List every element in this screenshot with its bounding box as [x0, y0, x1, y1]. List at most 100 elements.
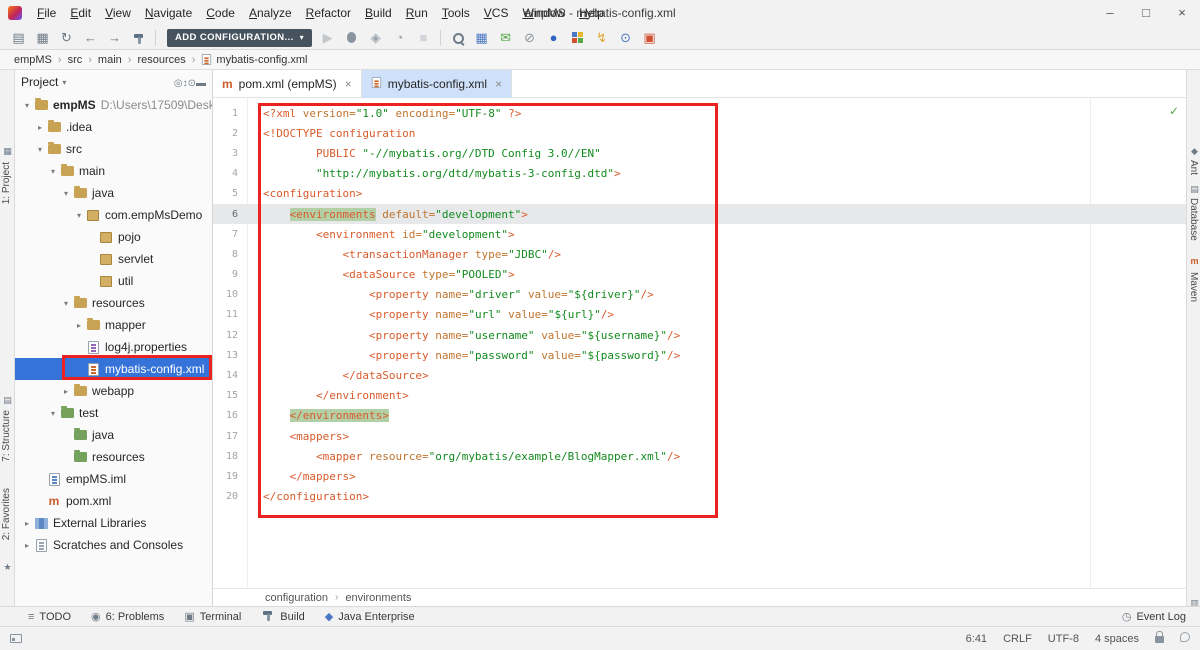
tree-item-scratches-and-consoles[interactable]: ▸Scratches and Consoles	[15, 534, 212, 556]
chevron-icon[interactable]: ▾	[47, 409, 59, 418]
chevron-icon[interactable]: ▸	[21, 519, 33, 528]
editor-breadcrumb-configuration[interactable]: configuration	[265, 592, 328, 604]
chevron-icon[interactable]: ▾	[60, 189, 72, 198]
menu-file[interactable]: File	[30, 6, 63, 20]
tree-item-resources[interactable]: ▾resources	[15, 292, 212, 314]
tool-stripe-1-project[interactable]: 1: Project	[1, 162, 12, 204]
minimize-button[interactable]: –	[1092, 0, 1128, 26]
back-icon[interactable]: ←	[80, 28, 101, 48]
code-editor[interactable]: 1<?xml version="1.0" encoding="UTF-8" ?>…	[213, 98, 1186, 588]
tree-item-log4j-properties[interactable]: log4j.properties	[15, 336, 212, 358]
database-stripe-icon[interactable]: ▤	[1188, 184, 1200, 195]
maven-stripe-icon[interactable]: m	[1188, 256, 1200, 266]
profiler-icon[interactable]: ◔	[389, 28, 410, 48]
chevron-icon[interactable]: ▾	[21, 101, 33, 110]
menu-run[interactable]: Run	[399, 6, 435, 20]
open-icon[interactable]: ▤	[8, 28, 29, 48]
services-icon[interactable]: ⊙	[615, 28, 636, 48]
close-tab-icon[interactable]: ×	[495, 77, 502, 91]
save-all-icon[interactable]: ▦	[32, 28, 53, 48]
hide-panel-icon[interactable]: ▬	[196, 78, 206, 89]
tree-item-pom-xml[interactable]: mpom.xml	[15, 490, 212, 512]
breadcrumb-item-src[interactable]: src	[68, 54, 83, 66]
code-line-10[interactable]: 10 <property name="driver" value="${driv…	[213, 285, 1186, 305]
breadcrumb-item-main[interactable]: main	[98, 54, 122, 66]
chevron-icon[interactable]: ▾	[73, 211, 85, 220]
favorites-star-icon[interactable]: ★	[1, 562, 14, 573]
tool-stripe-2-favorites[interactable]: 2: Favorites	[1, 488, 12, 540]
tree-item-java[interactable]: java	[15, 424, 212, 446]
menu-refactor[interactable]: Refactor	[299, 6, 358, 20]
tree-item-idea[interactable]: ▸.idea	[15, 116, 212, 138]
tree-item-java[interactable]: ▾java	[15, 182, 212, 204]
code-line-16[interactable]: 16 </environments>	[213, 406, 1186, 426]
toolwindow-button-event-log[interactable]: ◷Event Log	[1122, 610, 1186, 623]
locate-icon[interactable]: ◎	[174, 78, 183, 89]
chevron-icon[interactable]: ▾	[47, 167, 59, 176]
search-everywhere-icon[interactable]	[447, 28, 468, 48]
tree-item-mybatis-config-xml[interactable]: mybatis-config.xml	[15, 358, 212, 380]
chevron-icon[interactable]: ▸	[60, 387, 72, 396]
maximize-button[interactable]: □	[1128, 0, 1164, 26]
chevron-icon[interactable]: ▾	[34, 145, 46, 154]
stop-icon[interactable]: ■	[413, 28, 434, 48]
code-line-5[interactable]: 5<configuration>	[213, 184, 1186, 204]
toolwindow-button-build[interactable]: Build	[261, 608, 304, 625]
tree-item-mapper[interactable]: ▸mapper	[15, 314, 212, 336]
tree-item-empms[interactable]: ▾empMSD:\Users\17509\Deskto	[15, 94, 212, 116]
code-line-1[interactable]: 1<?xml version="1.0" encoding="UTF-8" ?>	[213, 103, 1186, 123]
tree-item-servlet[interactable]: servlet	[15, 248, 212, 270]
debug-icon[interactable]	[341, 28, 362, 48]
code-line-7[interactable]: 7 <environment id="development">	[213, 224, 1186, 244]
menu-view[interactable]: View	[98, 6, 138, 20]
tab-mybatis-config-xml[interactable]: mybatis-config.xml×	[362, 70, 512, 98]
tree-item-util[interactable]: util	[15, 270, 212, 292]
chevron-icon[interactable]: ▸	[34, 123, 46, 132]
marketplace-icon[interactable]: ▣	[639, 28, 660, 48]
toolwindow-button-java-enterprise[interactable]: ◆Java Enterprise	[325, 610, 415, 623]
menu-vcs[interactable]: VCS	[477, 6, 516, 20]
code-line-9[interactable]: 9 <dataSource type="POOLED">	[213, 265, 1186, 285]
structure-stripe-icon[interactable]: ▤	[1, 395, 14, 406]
chevron-icon[interactable]: ▸	[73, 321, 85, 330]
code-line-3[interactable]: 3 PUBLIC "-//mybatis.org//DTD Config 3.0…	[213, 143, 1186, 163]
breadcrumb-item-resources[interactable]: resources	[137, 54, 185, 66]
tab-pom-xml-empms[interactable]: mpom.xml (empMS)×	[213, 70, 362, 98]
code-line-14[interactable]: 14 </dataSource>	[213, 365, 1186, 385]
code-line-6[interactable]: 6 <environments default="development">	[213, 204, 1186, 224]
status-item-utf-8[interactable]: UTF-8	[1048, 633, 1079, 645]
translate-icon[interactable]	[567, 28, 588, 48]
lightning-icon[interactable]: ↯	[591, 28, 612, 48]
plugins-icon[interactable]: ▦	[471, 28, 492, 48]
notifications-icon[interactable]	[1180, 632, 1190, 645]
code-line-12[interactable]: 12 <property name="username" value="${us…	[213, 325, 1186, 345]
tree-item-external-libraries[interactable]: ▸External Libraries	[15, 512, 212, 534]
editor-breadcrumb-environments[interactable]: environments	[345, 592, 411, 604]
breadcrumb-item-mybatis-config-xml[interactable]: mybatis-config.xml	[201, 53, 307, 66]
inspection-ok-icon[interactable]: ✓	[1169, 104, 1179, 118]
menu-analyze[interactable]: Analyze	[242, 6, 299, 20]
project-stripe-icon[interactable]: ▦	[1, 146, 14, 157]
menu-tools[interactable]: Tools	[435, 6, 477, 20]
code-line-20[interactable]: 20</configuration>	[213, 487, 1186, 507]
settings-gear-icon[interactable]: ⊙	[188, 78, 196, 89]
coverage-icon[interactable]: ◈	[365, 28, 386, 48]
tree-item-com-empmsdemo[interactable]: ▾com.empMsDemo	[15, 204, 212, 226]
tree-item-pojo[interactable]: pojo	[15, 226, 212, 248]
code-line-19[interactable]: 19 </mappers>	[213, 466, 1186, 486]
status-item-crlf[interactable]: CRLF	[1003, 633, 1032, 645]
sync-icon[interactable]: ↻	[56, 28, 77, 48]
ban-icon[interactable]: ⊘	[519, 28, 540, 48]
menu-edit[interactable]: Edit	[63, 6, 98, 20]
tree-item-src[interactable]: ▾src	[15, 138, 212, 160]
tree-item-empms-iml[interactable]: empMS.iml	[15, 468, 212, 490]
tree-item-resources[interactable]: resources	[15, 446, 212, 468]
lock-icon[interactable]	[1155, 632, 1164, 646]
code-line-11[interactable]: 11 <property name="url" value="${url}"/>	[213, 305, 1186, 325]
code-line-4[interactable]: 4 "http://mybatis.org/dtd/mybatis-3-conf…	[213, 164, 1186, 184]
forward-icon[interactable]: →	[104, 28, 125, 48]
code-line-8[interactable]: 8 <transactionManager type="JDBC"/>	[213, 244, 1186, 264]
tree-item-webapp[interactable]: ▸webapp	[15, 380, 212, 402]
build-hammer-icon[interactable]	[128, 28, 149, 48]
tree-item-main[interactable]: ▾main	[15, 160, 212, 182]
